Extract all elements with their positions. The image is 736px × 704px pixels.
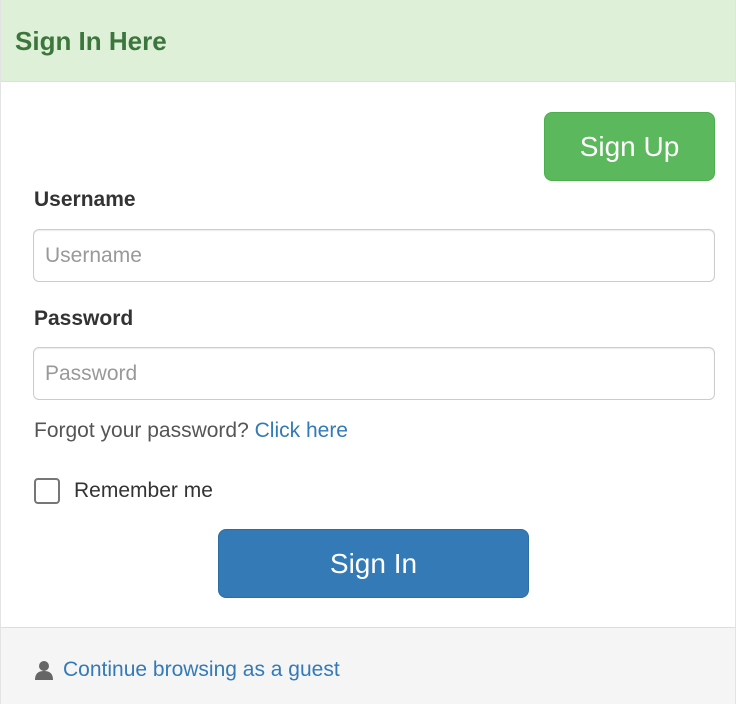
username-label: Username xyxy=(34,188,136,211)
panel-title: Sign In Here xyxy=(15,26,167,56)
remember-me-checkbox[interactable] xyxy=(34,478,60,504)
sign-in-panel: Sign In Here Sign Up Username Password F… xyxy=(0,0,736,704)
sign-in-button[interactable]: Sign In xyxy=(218,529,529,598)
guest-row: Continue browsing as a guest xyxy=(34,658,340,682)
password-input[interactable] xyxy=(33,347,715,400)
remember-me-label: Remember me xyxy=(74,479,213,502)
password-label: Password xyxy=(34,307,134,330)
panel-footer: Continue browsing as a guest xyxy=(1,627,735,704)
forgot-password-link[interactable]: Click here xyxy=(255,419,348,442)
panel-heading: Sign In Here xyxy=(1,0,735,82)
username-input[interactable] xyxy=(33,229,715,282)
sign-up-button[interactable]: Sign Up xyxy=(544,112,715,181)
remember-me-row: Remember me xyxy=(34,477,213,505)
forgot-password-row: Forgot your password? Click here xyxy=(34,419,348,443)
forgot-password-text: Forgot your password? xyxy=(34,419,249,442)
user-icon xyxy=(35,661,53,680)
continue-as-guest-link[interactable]: Continue browsing as a guest xyxy=(63,658,340,682)
